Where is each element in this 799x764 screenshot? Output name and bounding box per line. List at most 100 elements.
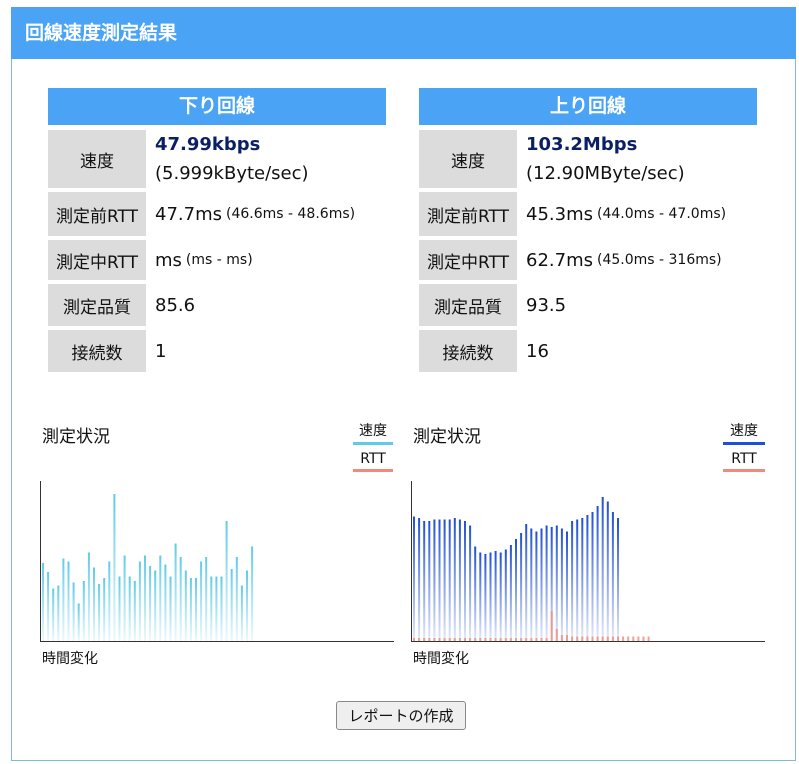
upload-chart-speed-bar <box>448 519 451 641</box>
upload-chart-speed-bar <box>423 521 426 641</box>
download-chart-speed-bar <box>149 566 152 641</box>
download-quality-label: 測定品質 <box>48 284 146 326</box>
download-quality-value: 85.6 <box>155 294 196 316</box>
upload-chart-rtt-bar <box>545 638 548 641</box>
download-chart-speed-bar <box>123 555 126 641</box>
download-chart-speed-bar <box>98 584 101 641</box>
upload-quality-value: 93.5 <box>526 294 567 316</box>
upload-chart-rtt-bar <box>458 638 461 641</box>
download-chart-speed-bar <box>108 561 111 641</box>
download-chart-speed-bar <box>184 570 187 641</box>
upload-rtt-before-main: 45.3ms <box>526 203 593 225</box>
download-chart-speed-bar <box>205 557 208 641</box>
download-chart-speed-bar <box>154 570 157 641</box>
upload-chart-speed-bar <box>413 516 415 641</box>
upload-chart-speed-bar <box>535 531 538 641</box>
upload-chart-rtt-bar <box>637 636 640 641</box>
upload-rtt-before-label: 測定前RTT <box>419 192 517 236</box>
upload-connections-value: 16 <box>526 340 549 362</box>
download-chart-speed-bar <box>230 569 233 641</box>
download-speed-main: 47.99kbps <box>155 134 261 155</box>
download-legend-speed: 速度 <box>353 420 393 445</box>
upload-chart-rtt-bar <box>428 638 431 641</box>
upload-chart-rtt-bar <box>474 638 477 641</box>
upload-chart-rtt-bar <box>479 638 482 641</box>
upload-rtt-during-main: 62.7ms <box>526 249 593 271</box>
download-chart-speed-bar <box>251 546 254 641</box>
download-rtt-before-range: (46.6ms - 48.6ms) <box>226 206 356 222</box>
upload-chart-speed-bar <box>606 501 609 641</box>
upload-chart-speed-bar <box>474 546 477 641</box>
download-chart-speed-bar <box>77 603 80 641</box>
upload-chart-speed-bar <box>617 518 619 641</box>
upload-speed-main: 103.2Mbps <box>526 134 638 155</box>
download-rtt-before-label: 測定前RTT <box>48 192 146 236</box>
upload-speed-value: 103.2Mbps (12.90MByte/sec) <box>526 130 685 188</box>
download-legend-speed-label: 速度 <box>359 423 387 439</box>
download-connections-value: 1 <box>155 340 167 362</box>
download-chart-speed-bar <box>246 570 248 641</box>
upload-chart-speed-bar <box>530 528 533 641</box>
upload-chart-rtt-bar <box>469 638 472 641</box>
upload-chart-rtt-bar <box>632 636 635 641</box>
download-chart-speed-bar <box>235 557 238 641</box>
download-chart-title: 測定状況 <box>42 427 110 447</box>
upload-chart-rtt-bar <box>515 638 517 641</box>
upload-chart-rtt-bar <box>448 638 451 641</box>
upload-speed-label: 速度 <box>419 130 517 188</box>
upload-connections-label: 接続数 <box>419 330 517 372</box>
download-chart-speed-bar <box>215 576 218 641</box>
download-chart-speed-bar <box>72 582 75 641</box>
download-chart-xlabel: 時間変化 <box>42 651 98 667</box>
create-report-button[interactable]: レポートの作成 <box>336 701 466 730</box>
upload-chart-speed-bar <box>469 525 472 641</box>
download-chart-speed-bar <box>133 581 136 641</box>
upload-chart-rtt-bar <box>627 636 630 641</box>
download-speed-value: 47.99kbps (5.999kByte/sec) <box>155 130 309 188</box>
upload-chart-rtt-bar <box>601 636 604 641</box>
upload-rtt-before-value: 45.3ms (44.0ms - 47.0ms) <box>526 192 726 236</box>
upload-chart-speed-bar <box>545 525 548 641</box>
page-title: 回線速度測定結果 <box>25 22 178 44</box>
upload-chart-speed-bar <box>520 533 523 641</box>
upload-chart-speed-bar <box>560 528 563 641</box>
download-chart-speed-bar <box>138 561 141 641</box>
upload-quality-label: 測定品質 <box>419 284 517 326</box>
upload-chart-speed-bar <box>540 528 543 641</box>
download-legend-rtt-swatch <box>353 469 393 472</box>
download-chart-speed-bar <box>128 576 131 641</box>
upload-chart-rtt-bar <box>535 638 538 641</box>
upload-chart-speed-bar <box>576 519 579 641</box>
upload-chart-speed-bar <box>453 518 456 641</box>
upload-chart-rtt-bar <box>576 636 579 641</box>
upload-rtt-during-value: 62.7ms (45.0ms - 316ms) <box>526 240 722 280</box>
download-legend-speed-swatch <box>353 442 393 445</box>
upload-chart-speed-bar <box>525 524 528 641</box>
download-chart-speed-bar <box>179 557 182 641</box>
upload-chart-rtt-bar <box>433 638 436 641</box>
download-chart-speed-bar <box>118 576 121 641</box>
upload-chart-rtt-bar <box>622 636 625 641</box>
download-chart-speed-bar <box>169 576 172 641</box>
download-chart-speed-bar <box>113 494 116 641</box>
upload-chart-speed-bar <box>418 518 421 641</box>
download-chart-speed-bar <box>189 578 192 641</box>
download-chart-speed-bar <box>200 561 203 641</box>
upload-chart-rtt-bar <box>438 638 441 641</box>
upload-chart-rtt-bar <box>581 636 584 641</box>
upload-chart-rtt-bar <box>540 638 543 641</box>
download-chart-speed-bar <box>47 572 50 641</box>
upload-chart-speed-bar <box>428 521 431 641</box>
upload-chart-speed-bar <box>443 519 446 641</box>
upload-chart-speed-bar <box>499 552 502 641</box>
upload-chart-title: 測定状況 <box>413 427 481 447</box>
upload-legend-rtt-label: RTT <box>731 451 757 467</box>
upload-chart-rtt-bar <box>499 638 502 641</box>
upload-chart-rtt-bar <box>611 636 614 641</box>
download-rtt-during-range: (ms - ms) <box>185 252 253 268</box>
upload-chart-rtt-bar <box>560 635 563 641</box>
upload-chart-xlabel: 時間変化 <box>413 651 469 667</box>
upload-chart-speed-bar <box>509 545 512 641</box>
download-chart-speed-bar <box>103 578 106 641</box>
download-chart-speed-bar <box>87 552 90 641</box>
